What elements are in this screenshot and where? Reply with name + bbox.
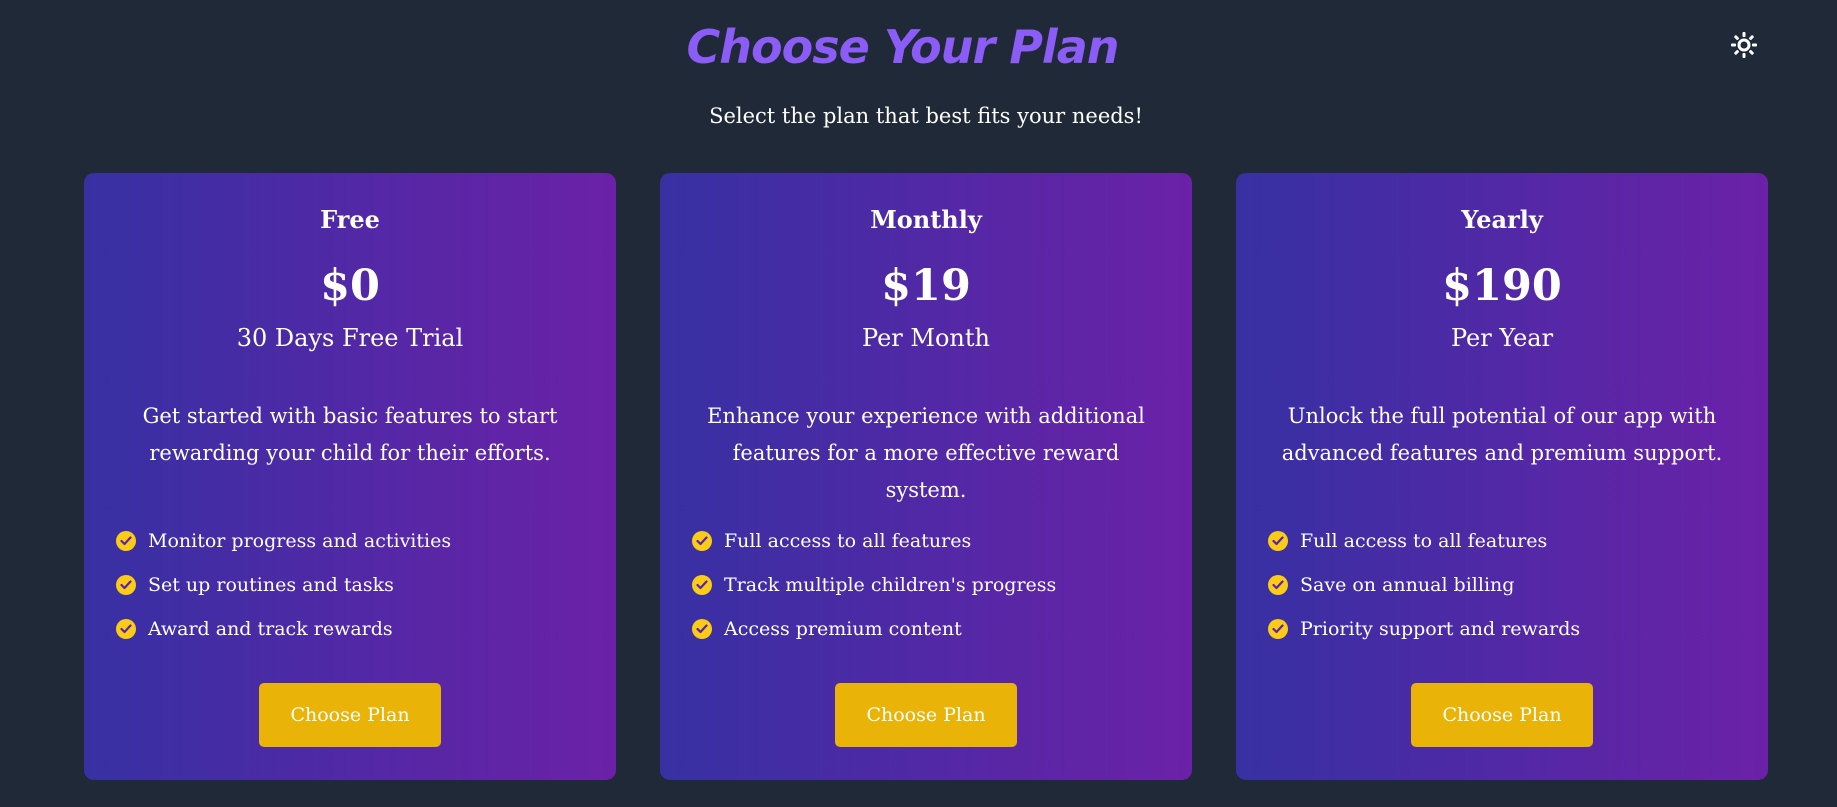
plan-period: Per Year	[1450, 324, 1554, 352]
feature-item: Set up routines and tasks	[116, 563, 451, 607]
choose-plan-button-yearly[interactable]: Choose Plan	[1411, 683, 1593, 747]
feature-item: Save on annual billing	[1268, 563, 1580, 607]
plan-card-yearly: Yearly $190 Per Year Unlock the full pot…	[1236, 173, 1768, 780]
plan-price: $190	[1442, 261, 1562, 311]
feature-list: Full access to all features Save on annu…	[1268, 519, 1580, 651]
check-circle-icon	[116, 619, 136, 639]
feature-text: Access premium content	[724, 618, 962, 640]
sun-icon	[1731, 32, 1757, 58]
feature-text: Save on annual billing	[1300, 574, 1515, 596]
feature-text: Full access to all features	[1300, 530, 1548, 552]
theme-toggle-button[interactable]	[1729, 30, 1759, 60]
feature-text: Track multiple children's progress	[724, 574, 1057, 596]
plan-period: 30 Days Free Trial	[236, 324, 464, 352]
check-circle-icon	[692, 619, 712, 639]
plan-name: Free	[320, 205, 380, 234]
plan-description: Unlock the full potential of our app wit…	[1281, 404, 1723, 465]
plan-description: Enhance your experience with additional …	[707, 404, 1145, 502]
check-circle-icon	[692, 531, 712, 551]
feature-item: Monitor progress and activities	[116, 519, 451, 563]
choose-plan-button-free[interactable]: Choose Plan	[259, 683, 441, 747]
feature-item: Track multiple children's progress	[692, 563, 1056, 607]
plan-card-monthly: Monthly $19 Per Month Enhance your exper…	[660, 173, 1192, 780]
feature-item: Full access to all features	[1268, 519, 1580, 563]
check-circle-icon	[1268, 575, 1288, 595]
check-circle-icon	[116, 575, 136, 595]
feature-item: Access premium content	[692, 607, 1056, 651]
plan-price: $0	[320, 261, 380, 311]
page-subtitle: Select the plan that best fits your need…	[709, 104, 1143, 128]
check-circle-icon	[1268, 619, 1288, 639]
plan-description: Get started with basic features to start…	[142, 404, 558, 465]
feature-item: Priority support and rewards	[1268, 607, 1580, 651]
feature-list: Monitor progress and activities Set up r…	[116, 519, 451, 651]
check-circle-icon	[1268, 531, 1288, 551]
plan-name: Yearly	[1461, 205, 1543, 234]
feature-item: Award and track rewards	[116, 607, 451, 651]
plan-cards: Free $0 30 Days Free Trial Get started w…	[84, 173, 1768, 780]
feature-text: Award and track rewards	[148, 618, 393, 640]
check-circle-icon	[692, 575, 712, 595]
choose-plan-button-monthly[interactable]: Choose Plan	[835, 683, 1017, 747]
feature-item: Full access to all features	[692, 519, 1056, 563]
feature-text: Full access to all features	[724, 530, 972, 552]
plan-card-free: Free $0 30 Days Free Trial Get started w…	[84, 173, 616, 780]
check-circle-icon	[116, 531, 136, 551]
page-title: Choose Your Plan	[686, 20, 1119, 74]
feature-text: Priority support and rewards	[1300, 618, 1581, 640]
feature-list: Full access to all features Track multip…	[692, 519, 1056, 651]
feature-text: Set up routines and tasks	[148, 574, 394, 596]
plan-price: $19	[881, 261, 971, 311]
feature-text: Monitor progress and activities	[148, 530, 452, 552]
plan-period: Per Month	[862, 324, 990, 352]
plan-name: Monthly	[870, 205, 982, 234]
